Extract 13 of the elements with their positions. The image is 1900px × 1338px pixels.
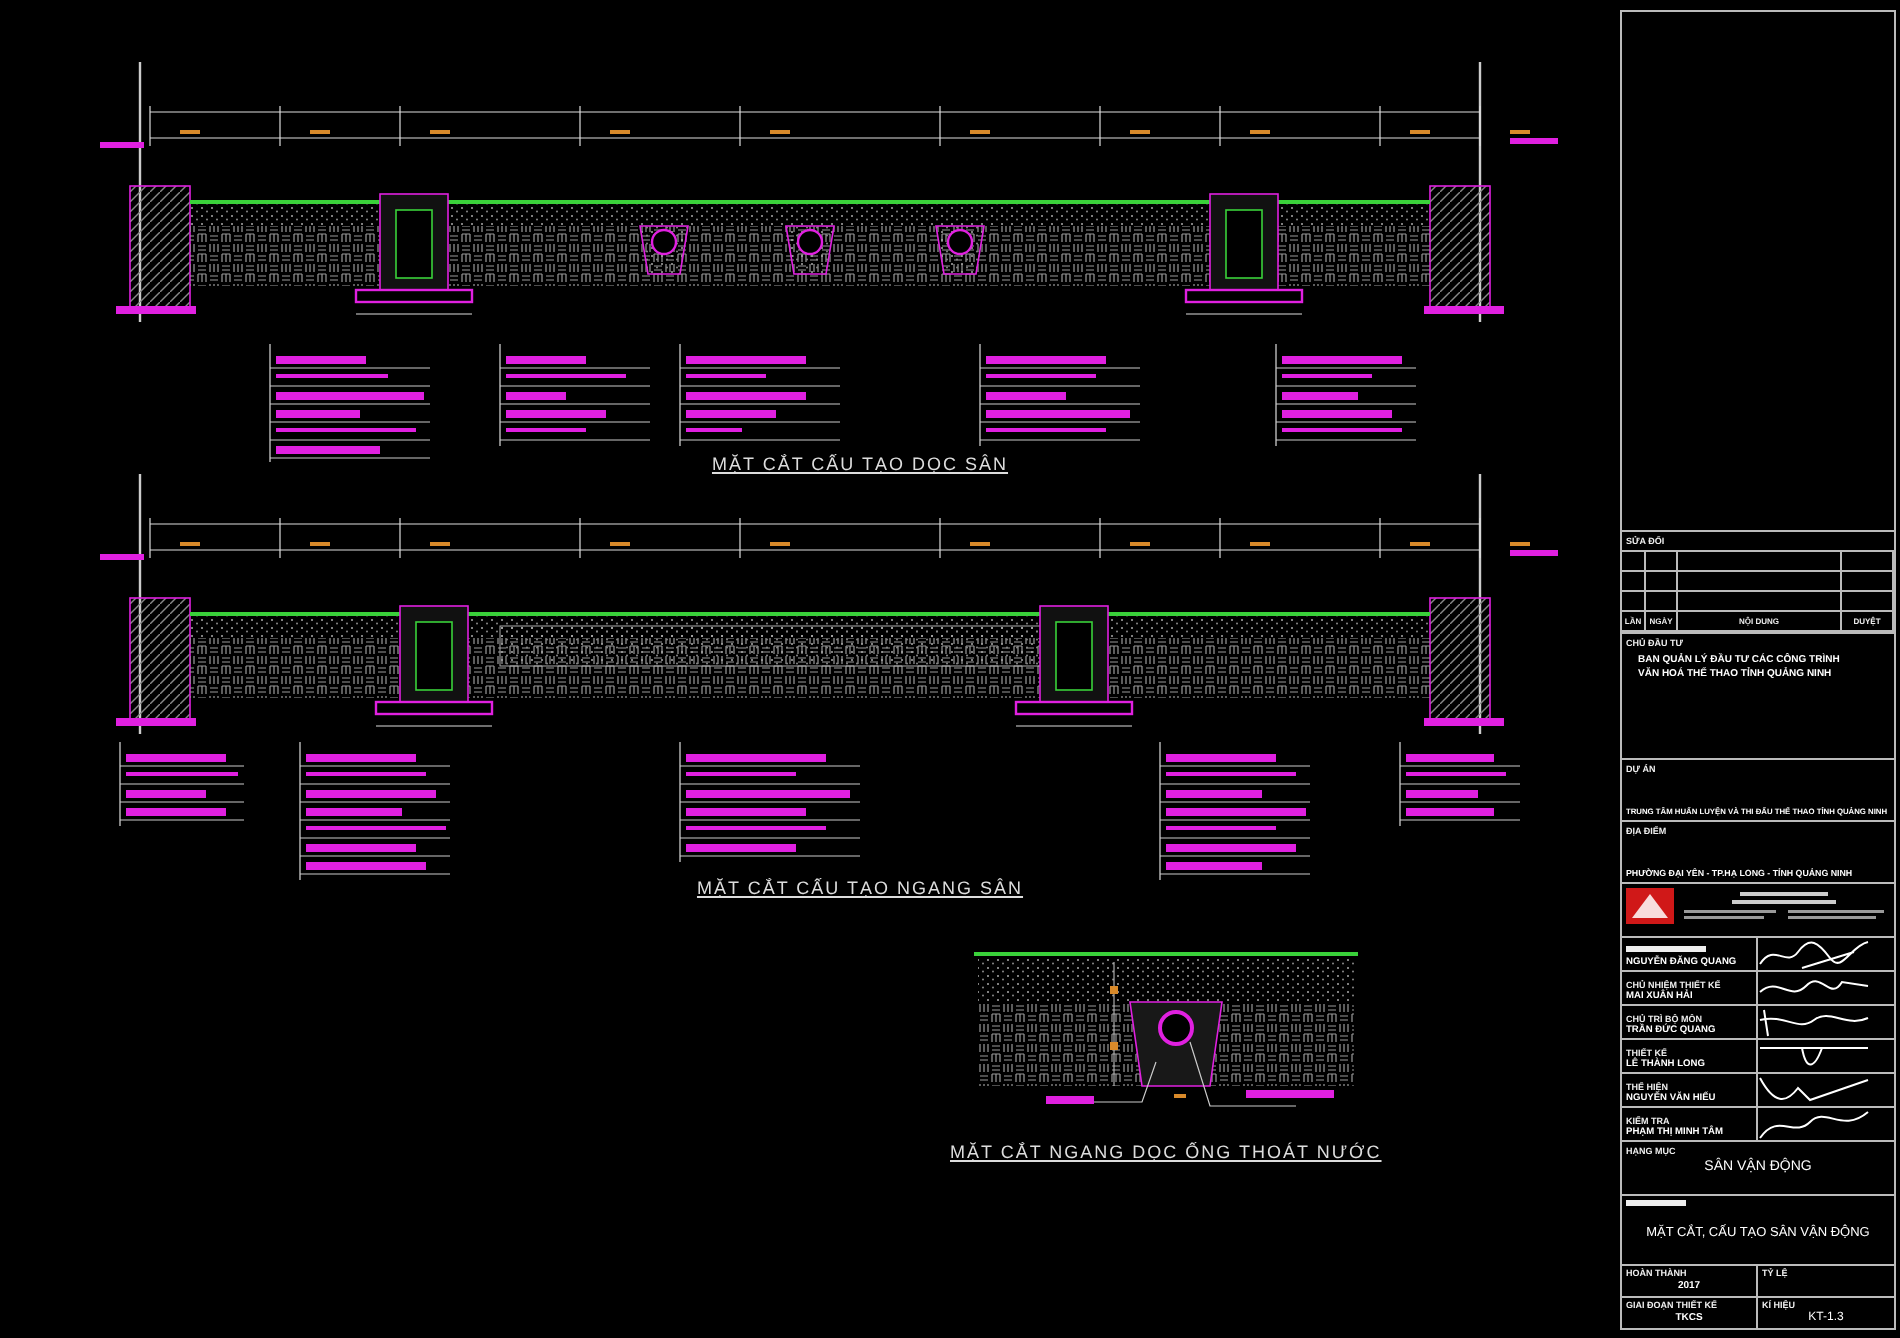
section-title: MẶT CẮT CẤU TẠO DỌC SÂN [711,454,1009,474]
table-cell [1646,572,1678,592]
redaction-bar [1626,946,1706,952]
signature-drawing [1758,939,1870,969]
company-logo-icon [1626,888,1674,924]
signature-drawing [1758,1075,1870,1105]
signature-drawing [1758,1007,1870,1037]
redaction-bar [1626,1200,1686,1206]
section-title: MẶT CẮT NGANG DỌC ỐNG THOÁT NƯỚC [950,1142,1382,1162]
signature-drawing [1758,1041,1870,1071]
table-cell [1646,592,1678,612]
section-title: MẶT CẮT CẤU TẠO NGANG SÂN [696,878,1024,898]
signature-drawing [1758,1109,1870,1139]
